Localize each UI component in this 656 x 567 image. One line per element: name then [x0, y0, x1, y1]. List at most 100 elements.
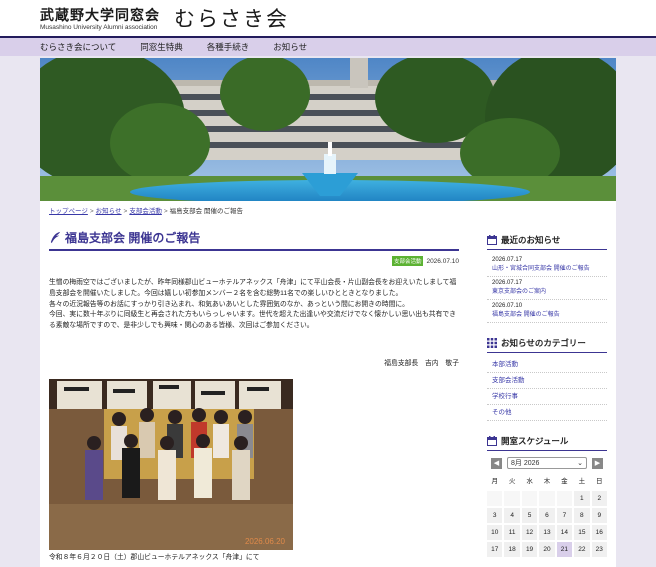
calendar-weekday: 金 [561, 478, 568, 485]
article-meta: 支部会活動 2026.07.10 [49, 256, 459, 266]
calendar-blank-cell [504, 491, 520, 506]
calendar-weekday: 日 [596, 478, 603, 485]
calendar-day[interactable]: 18 [504, 542, 520, 557]
calendar-day[interactable]: 10 [487, 525, 503, 540]
article-signature: 福島支部長 吉内 敬子 [384, 359, 459, 367]
calendar-day[interactable]: 4 [504, 508, 520, 523]
article-title-row: 福島支部会 開催のご報告 [49, 229, 459, 251]
news-item[interactable]: 2026.07.10 福島支部会 開催のご報告 [487, 300, 607, 323]
breadcrumb-branch-activity[interactable]: 支部会活動 [129, 208, 162, 215]
calendar-day[interactable]: 21 [556, 542, 573, 557]
sidebar: 最近のお知らせ 2026.07.17 山形・宮城合同支部会 開催のご報告 202… [487, 234, 607, 557]
article: 福島支部会 開催のご報告 支部会活動 2026.07.10 生憎の梅雨空ではござ… [49, 229, 459, 561]
breadcrumb-separator: > [89, 208, 94, 215]
next-month-button[interactable]: ▶ [592, 457, 603, 469]
nav-item-benefits[interactable]: 同窓生特典 [140, 38, 183, 56]
grid-icon [487, 338, 497, 348]
calendar-day[interactable]: 8 [574, 508, 590, 523]
nav-item-procedures[interactable]: 各種手続き [207, 38, 250, 56]
category-item[interactable]: その他 [487, 405, 607, 421]
calendar-blank-cell [556, 491, 573, 506]
category-item[interactable]: 学校行事 [487, 389, 607, 405]
calendar-day[interactable]: 1 [574, 491, 590, 506]
global-nav: むらさき会について 同窓生特典 各種手続き お知らせ [0, 38, 656, 56]
calendar-day[interactable]: 6 [539, 508, 555, 523]
calendar-day[interactable]: 19 [521, 542, 538, 557]
calendar-icon [487, 436, 497, 446]
breadcrumb-current: 福島支部会 開催のご報告 [169, 208, 243, 215]
news-date: 2026.07.17 [492, 257, 523, 263]
news-date: 2026.07.17 [492, 280, 523, 286]
calendar-day[interactable]: 9 [591, 508, 607, 523]
calendar-weekday: 月 [491, 478, 498, 485]
breadcrumb-news[interactable]: お知らせ [96, 208, 122, 215]
quill-pen-icon [50, 231, 61, 244]
calendar-day[interactable]: 3 [487, 508, 503, 523]
calendar-day[interactable]: 12 [521, 525, 538, 540]
calendar-blank-cell [521, 491, 538, 506]
calendar-day[interactable]: 7 [556, 508, 573, 523]
category-title: お知らせのカテゴリー [501, 338, 586, 348]
category-item[interactable]: 支部会活動 [487, 373, 607, 389]
article-body: 生憎の梅雨空ではございましたが、昨年同様郡山ビューホテルアネックス「舟津」にて平… [49, 278, 459, 332]
news-link[interactable]: 山形・宮城合同支部会 開催のご報告 [492, 265, 602, 274]
chevron-down-icon: ⌄ [577, 460, 583, 467]
calendar-day[interactable]: 2 [591, 491, 607, 506]
schedule-title: 開室スケジュール [501, 436, 569, 446]
calendar-day[interactable]: 13 [539, 525, 555, 540]
month-select[interactable]: 8月 2026 ⌄ [507, 457, 587, 469]
news-link[interactable]: 福島支部会 開催のご報告 [492, 311, 602, 320]
logo-english: Musashino University Alumni association [40, 24, 158, 31]
recent-news-title: 最近のお知らせ [501, 235, 561, 245]
site-header: 武蔵野大学同窓会 Musashino University Alumni ass… [0, 0, 656, 36]
breadcrumb-top[interactable]: トップページ [49, 208, 88, 215]
calendar-day[interactable]: 17 [487, 542, 503, 557]
news-item[interactable]: 2026.07.17 東京支部会のご案内 [487, 277, 607, 300]
calendar-day[interactable]: 20 [539, 542, 555, 557]
site-logo[interactable]: 武蔵野大学同窓会 Musashino University Alumni ass… [40, 6, 289, 32]
calendar-day[interactable]: 16 [591, 525, 607, 540]
news-item[interactable]: 2026.07.17 山形・宮城合同支部会 開催のご報告 [487, 254, 607, 277]
breadcrumb-separator: > [123, 208, 128, 215]
category-item[interactable]: 本部活動 [487, 357, 607, 373]
article-title: 福島支部会 開催のご報告 [65, 231, 201, 245]
calendar-day[interactable]: 22 [574, 542, 590, 557]
calendar-day[interactable]: 11 [504, 525, 520, 540]
article-date: 2026.07.10 [426, 257, 459, 265]
schedule-calendar: ◀ 8月 2026 ⌄ ▶ 月火水木金土日 1 2 3 4 5 6 7 8 9 10 11 12 13 14… [487, 457, 607, 557]
group-photo: 2026.06.20 [49, 379, 293, 550]
calendar-icon [487, 235, 497, 245]
photo-caption: 令和８年６月２０日（土）郡山ビューホテルアネックス「舟津」にて [49, 554, 260, 561]
nav-item-about[interactable]: むらさき会について [40, 38, 116, 56]
category-badge[interactable]: 支部会活動 [391, 256, 424, 266]
calendar-day[interactable]: 5 [521, 508, 538, 523]
calendar-weekday: 木 [543, 478, 551, 485]
breadcrumb-separator: > [163, 208, 168, 215]
nav-item-news[interactable]: お知らせ [273, 38, 307, 56]
calendar-weekday: 火 [508, 478, 516, 485]
prev-month-button[interactable]: ◀ [491, 457, 502, 469]
calendar-day[interactable]: 14 [556, 525, 573, 540]
calendar-weekday: 土 [578, 478, 586, 485]
logo-japanese: 武蔵野大学同窓会 [40, 8, 160, 24]
calendar-weekday: 水 [526, 478, 533, 485]
photo-date-stamp: 2026.06.20 [245, 537, 286, 546]
article-paragraph: 各々の近況報告等のお話にすっかり引き込まれ、和気あいあいとした雰囲気のなか、あっ… [49, 300, 409, 308]
calendar-day[interactable]: 15 [574, 525, 590, 540]
calendar-controls: ◀ 8月 2026 ⌄ ▶ [491, 457, 603, 469]
month-select-value: 8月 2026 [511, 460, 540, 467]
schedule-heading: 開室スケジュール [487, 435, 607, 451]
article-paragraph: 生憎の梅雨空ではございましたが、昨年同様郡山ビューホテルアネックス「舟津」にて平… [49, 279, 457, 297]
logo-main-title: むらさき会 [174, 7, 289, 31]
recent-news-heading: 最近のお知らせ [487, 234, 607, 250]
news-link[interactable]: 東京支部会のご案内 [492, 288, 602, 297]
article-paragraph: 今回、実に数十年ぶりに同級生と再会された方もいらっしゃいます。世代を超えた出逢い… [49, 311, 456, 330]
hero-image [40, 58, 616, 201]
breadcrumb: トップページ > お知らせ > 支部会活動 > 福島支部会 開催のご報告 [49, 205, 243, 215]
category-heading: お知らせのカテゴリー [487, 337, 607, 353]
calendar-grid: 月火水木金土日 1 2 3 4 5 6 7 8 9 10 11 12 13 14 15 16 17 18 19 20 21… [487, 475, 607, 557]
news-date: 2026.07.10 [492, 303, 523, 309]
calendar-day[interactable]: 23 [591, 542, 607, 557]
content-area: トップページ > お知らせ > 支部会活動 > 福島支部会 開催のご報告 福島支部会 開催の… [40, 201, 616, 567]
calendar-blank-cell [539, 491, 555, 506]
